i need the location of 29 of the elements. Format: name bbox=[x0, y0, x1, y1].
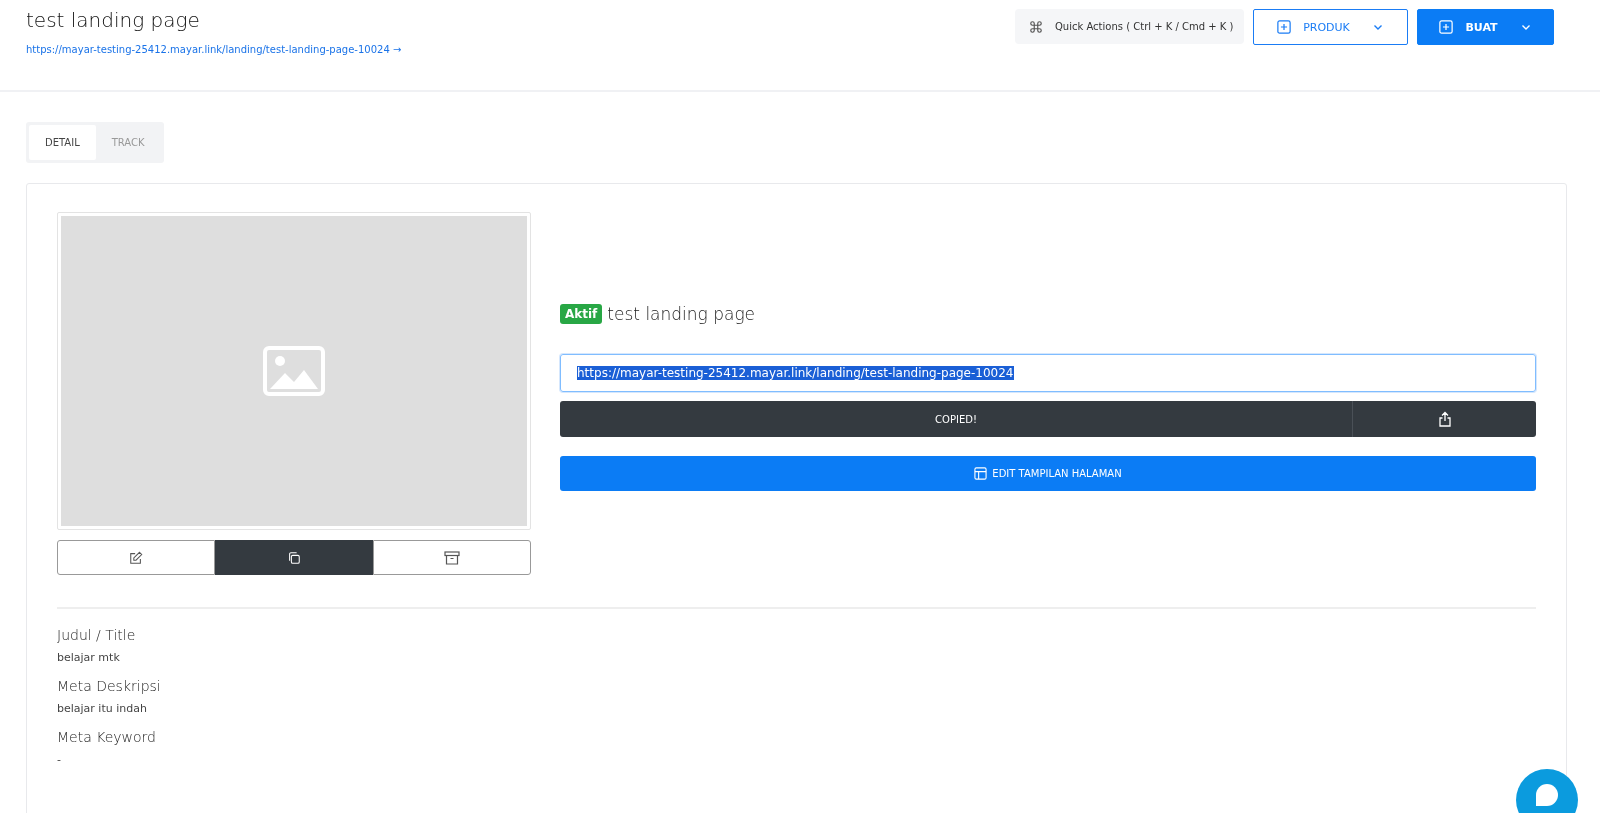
landing-page-title: test landing page bbox=[607, 304, 756, 324]
chat-bubble-button[interactable] bbox=[1516, 769, 1578, 813]
field-value: belajar mtk bbox=[57, 651, 121, 664]
plus-square-icon bbox=[1277, 20, 1292, 34]
tab[interactable]: DETAIL bbox=[29, 125, 96, 160]
image-placeholder-icon bbox=[263, 346, 325, 396]
url-field[interactable]: https://mayar-testing-25412.mayar.link/landing/test-landing-page-10024 bbox=[560, 354, 1536, 392]
tab[interactable]: TRACK bbox=[95, 125, 161, 160]
field-value: belajar itu indah bbox=[57, 702, 148, 715]
product-button[interactable]: PRODUK bbox=[1253, 9, 1408, 45]
edit-page-button[interactable]: EDIT TAMPILAN HALAMAN bbox=[560, 456, 1536, 491]
copy-icon bbox=[287, 550, 301, 565]
field-label: Meta Keyword bbox=[57, 729, 157, 745]
share-icon bbox=[1437, 411, 1452, 427]
page-link[interactable]: https://mayar-testing-25412.mayar.link/landing/test-landing-page-10024 → bbox=[26, 44, 402, 55]
create-button[interactable]: BUAT bbox=[1417, 9, 1554, 45]
plus-square-icon bbox=[1439, 20, 1454, 34]
field-label: Meta Deskripsi bbox=[57, 678, 162, 694]
field-label: Judul / Title bbox=[57, 627, 137, 643]
edit-button[interactable] bbox=[57, 540, 215, 575]
layout-icon bbox=[974, 467, 988, 480]
status-badge: Aktif bbox=[560, 304, 603, 324]
page-title: test landing page bbox=[26, 8, 201, 32]
field-value: - bbox=[57, 753, 62, 766]
command-icon bbox=[1029, 19, 1043, 34]
archive-box-icon bbox=[444, 550, 460, 565]
archive-button[interactable] bbox=[373, 540, 531, 575]
quick-actions-button[interactable]: Quick Actions ( Ctrl + K / Cmd + K ) bbox=[1015, 9, 1244, 44]
pencil-square-icon bbox=[129, 550, 143, 565]
